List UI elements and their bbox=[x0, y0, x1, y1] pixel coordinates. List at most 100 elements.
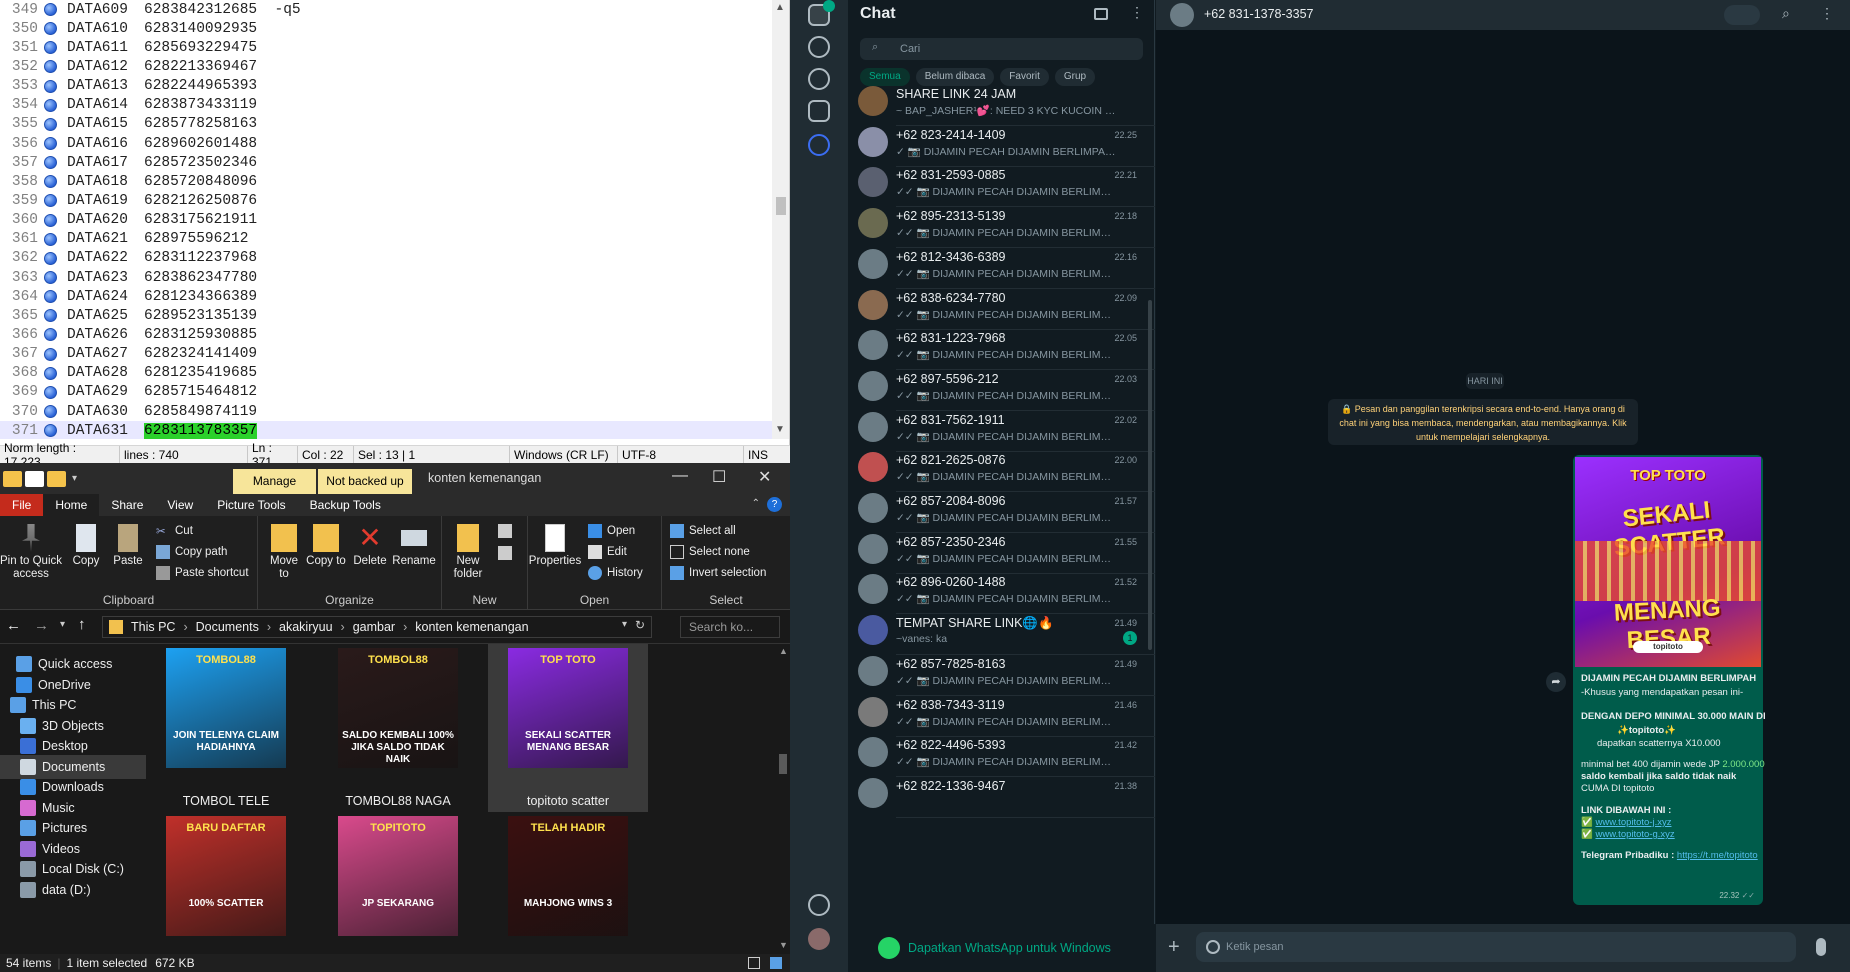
bookmark-icon[interactable] bbox=[44, 194, 57, 208]
delete-button[interactable]: ✕ Delete bbox=[350, 524, 390, 568]
bookmark-icon[interactable] bbox=[44, 366, 57, 380]
editor-line[interactable]: 352 DATA612 6282213369467 bbox=[0, 57, 772, 76]
chevron-down-icon[interactable]: ▾ bbox=[72, 473, 77, 484]
bookmark-icon[interactable] bbox=[44, 232, 57, 246]
tab-picture-tools[interactable]: Picture Tools bbox=[205, 494, 297, 516]
editor-line[interactable]: 361 DATA621 628975596212 bbox=[0, 230, 772, 249]
editor-line[interactable]: 362 DATA622 6283112237968 bbox=[0, 249, 772, 268]
recent-locations-icon[interactable]: ▾ bbox=[60, 619, 65, 630]
file-item[interactable]: BARU DAFTAR 100% SCATTER bbox=[146, 810, 306, 954]
editor-line[interactable]: 355 DATA615 6285778258163 bbox=[0, 115, 772, 134]
editor-line[interactable]: 354 DATA614 6283873433119 bbox=[0, 96, 772, 115]
file-scrollbar[interactable]: ▲ ▼ bbox=[776, 644, 790, 954]
move-to-button[interactable]: Move to bbox=[264, 524, 304, 581]
bookmark-icon[interactable] bbox=[44, 137, 57, 151]
editor-line[interactable]: 358 DATA618 6285720848096 bbox=[0, 172, 772, 191]
file-item[interactable]: TOMBOL88 SALDO KEMBALI 100% JIKA SALDO TI… bbox=[318, 644, 478, 812]
history-button[interactable]: History bbox=[588, 566, 643, 580]
plus-icon[interactable]: + bbox=[1168, 936, 1180, 959]
back-arrow-icon[interactable]: ← bbox=[6, 617, 21, 634]
bookmark-icon[interactable] bbox=[44, 251, 57, 265]
menu-icon[interactable]: ⋮ bbox=[1130, 4, 1144, 21]
bookmark-icon[interactable] bbox=[44, 309, 57, 323]
message-input[interactable]: Ketik pesan bbox=[1196, 932, 1796, 962]
editor-line[interactable]: 356 DATA616 6289602601488 bbox=[0, 134, 772, 153]
editor-line[interactable]: 367 DATA627 6282324141409 bbox=[0, 345, 772, 364]
paste-button[interactable]: Paste bbox=[110, 524, 146, 568]
chat-header[interactable]: +62 831-1378-3357 ⌕ ⋮ bbox=[1156, 0, 1850, 30]
file-item[interactable]: TOPITOTO JP SEKARANG bbox=[318, 810, 478, 954]
scroll-up-icon[interactable]: ▲ bbox=[779, 646, 788, 656]
rename-button[interactable]: Rename bbox=[392, 524, 436, 568]
tab-not-backed-up[interactable]: Not backed up bbox=[318, 469, 412, 494]
tab-backup-tools[interactable]: Backup Tools bbox=[298, 494, 393, 516]
minimize-icon[interactable]: — bbox=[672, 467, 688, 485]
editor-line[interactable]: 357 DATA617 6285723502346 bbox=[0, 153, 772, 172]
search-input[interactable]: Cari bbox=[860, 38, 1143, 60]
paste-shortcut-button[interactable]: Paste shortcut bbox=[156, 566, 249, 580]
forward-arrow-icon[interactable]: → bbox=[34, 617, 49, 634]
scroll-down-icon[interactable]: ▼ bbox=[775, 424, 785, 435]
new-chat-icon[interactable] bbox=[1094, 8, 1108, 20]
cut-button[interactable]: ✂ Cut bbox=[156, 524, 193, 538]
video-call-icon[interactable] bbox=[1724, 5, 1760, 25]
editor-line[interactable]: 349 DATA609 6283842312685 -q5 bbox=[0, 0, 772, 19]
editor-line[interactable]: 351 DATA611 6285693229475 bbox=[0, 38, 772, 57]
pin-button[interactable]: Pin to Quick access bbox=[0, 524, 62, 581]
copy-button[interactable]: Copy bbox=[68, 524, 104, 568]
select-none-button[interactable]: Select none bbox=[670, 545, 750, 559]
editor-line[interactable]: 364 DATA624 6281234366389 bbox=[0, 287, 772, 306]
menu-icon[interactable]: ⋮ bbox=[1820, 5, 1834, 22]
crumb-this-pc[interactable]: This PC bbox=[131, 620, 175, 634]
status-icon[interactable] bbox=[808, 36, 830, 58]
crumb-documents[interactable]: Documents bbox=[196, 620, 259, 634]
bookmark-icon[interactable] bbox=[44, 3, 57, 17]
easy-access-button[interactable] bbox=[498, 546, 517, 560]
maximize-icon[interactable]: ☐ bbox=[712, 467, 726, 487]
new-item-button[interactable] bbox=[498, 524, 517, 538]
editor-line[interactable]: 363 DATA623 6283862347780 bbox=[0, 268, 772, 287]
edit-button[interactable]: Edit bbox=[588, 545, 627, 559]
bookmark-icon[interactable] bbox=[44, 60, 57, 74]
bookmark-icon[interactable] bbox=[44, 424, 57, 438]
editor-area[interactable]: 349 DATA609 6283842312685 -q5 350 DATA610 628… bbox=[0, 0, 772, 439]
details-view-icon[interactable] bbox=[748, 957, 760, 969]
editor-line[interactable]: 369 DATA629 6285715464812 bbox=[0, 383, 772, 402]
scroll-thumb[interactable] bbox=[776, 197, 786, 215]
link-2[interactable]: ✅ www.topitoto-g.xyz bbox=[1581, 829, 1675, 840]
settings-icon[interactable] bbox=[808, 894, 830, 916]
help-icon[interactable]: ? bbox=[767, 497, 782, 512]
bookmark-icon[interactable] bbox=[44, 405, 57, 419]
scroll-down-icon[interactable]: ▼ bbox=[779, 940, 788, 950]
bookmark-icon[interactable] bbox=[44, 213, 57, 227]
select-all-button[interactable]: Select all bbox=[670, 524, 736, 538]
link-1[interactable]: ✅ www.topitoto-j.xyz bbox=[1581, 817, 1672, 828]
list-scrollbar[interactable] bbox=[1148, 300, 1152, 650]
tab-view[interactable]: View bbox=[155, 494, 205, 516]
emoji-icon[interactable] bbox=[1206, 940, 1220, 954]
editor-line[interactable]: 366 DATA626 6283125930885 bbox=[0, 325, 772, 344]
file-item[interactable]: TELAH HADIR MAHJONG WINS 3 bbox=[488, 810, 648, 954]
bookmark-icon[interactable] bbox=[44, 156, 57, 170]
bookmark-icon[interactable] bbox=[44, 41, 57, 55]
refresh-icon[interactable]: ↻ bbox=[635, 618, 645, 632]
bookmark-icon[interactable] bbox=[44, 347, 57, 361]
tab-home[interactable]: Home bbox=[43, 494, 100, 516]
bookmark-icon[interactable] bbox=[44, 271, 57, 285]
tab-file[interactable]: File bbox=[0, 494, 44, 516]
search-icon[interactable]: ⌕ bbox=[1782, 5, 1790, 22]
editor-line[interactable]: 370 DATA630 6285849874119 bbox=[0, 402, 772, 421]
up-arrow-icon[interactable]: ↑ bbox=[78, 616, 86, 633]
ribbon-collapse-icon[interactable]: ⌃ bbox=[752, 498, 760, 509]
bookmark-icon[interactable] bbox=[44, 79, 57, 93]
communities-icon[interactable] bbox=[808, 100, 830, 122]
editor-line[interactable]: 360 DATA620 6283175621911 bbox=[0, 211, 772, 230]
close-icon[interactable]: ✕ bbox=[758, 467, 771, 487]
large-icons-view-icon[interactable] bbox=[770, 957, 782, 969]
message-bubble[interactable]: TOP TOTO SEKALI SCATTER MENANG BESAR top… bbox=[1573, 455, 1766, 905]
crumb-gambar[interactable]: gambar bbox=[353, 620, 395, 634]
file-item[interactable]: TOP TOTO SEKALI SCATTER MENANG BESAR topit… bbox=[488, 644, 648, 812]
properties-button[interactable]: Properties bbox=[528, 524, 582, 568]
bookmark-icon[interactable] bbox=[44, 290, 57, 304]
tab-share[interactable]: Share bbox=[99, 494, 155, 516]
